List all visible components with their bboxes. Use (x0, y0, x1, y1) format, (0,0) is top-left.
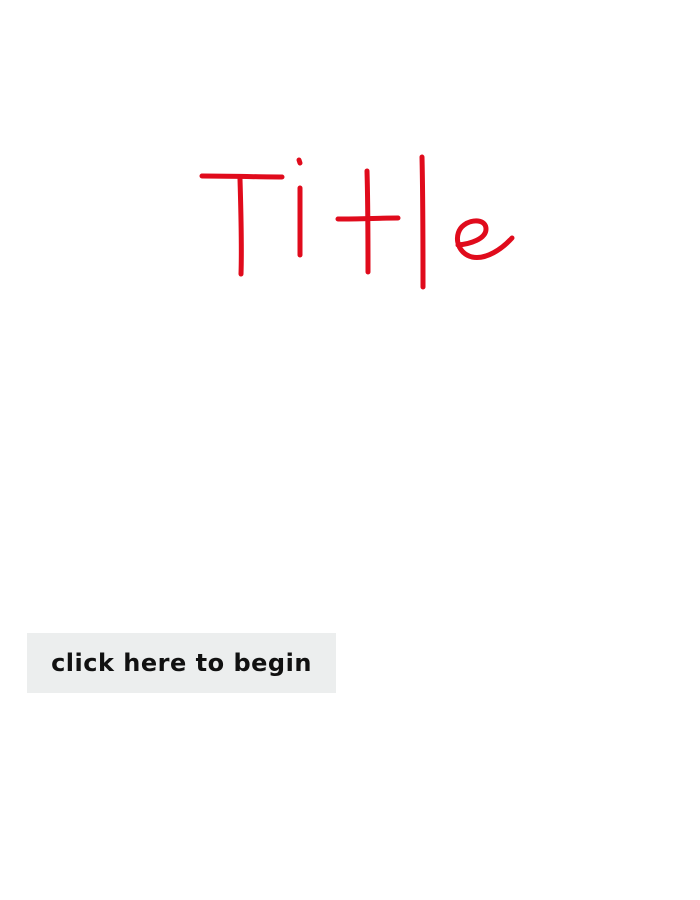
title-stroke-t-bar (199, 173, 285, 180)
start-screen: Title click here to begin (0, 0, 700, 900)
title-stroke-t2-bar (335, 215, 401, 222)
title-stroke-l-stem (419, 154, 426, 290)
begin-button-label: click here to begin (51, 649, 312, 677)
title-stroke-t-stem (237, 176, 244, 277)
begin-button[interactable]: click here to begin (27, 633, 336, 693)
title-stroke-t2-stem (364, 168, 371, 275)
title-stroke-i-dot (296, 157, 303, 166)
title-stroke-e (454, 218, 515, 260)
title-drawing (199, 154, 515, 290)
handwritten-title: Title (190, 145, 530, 305)
